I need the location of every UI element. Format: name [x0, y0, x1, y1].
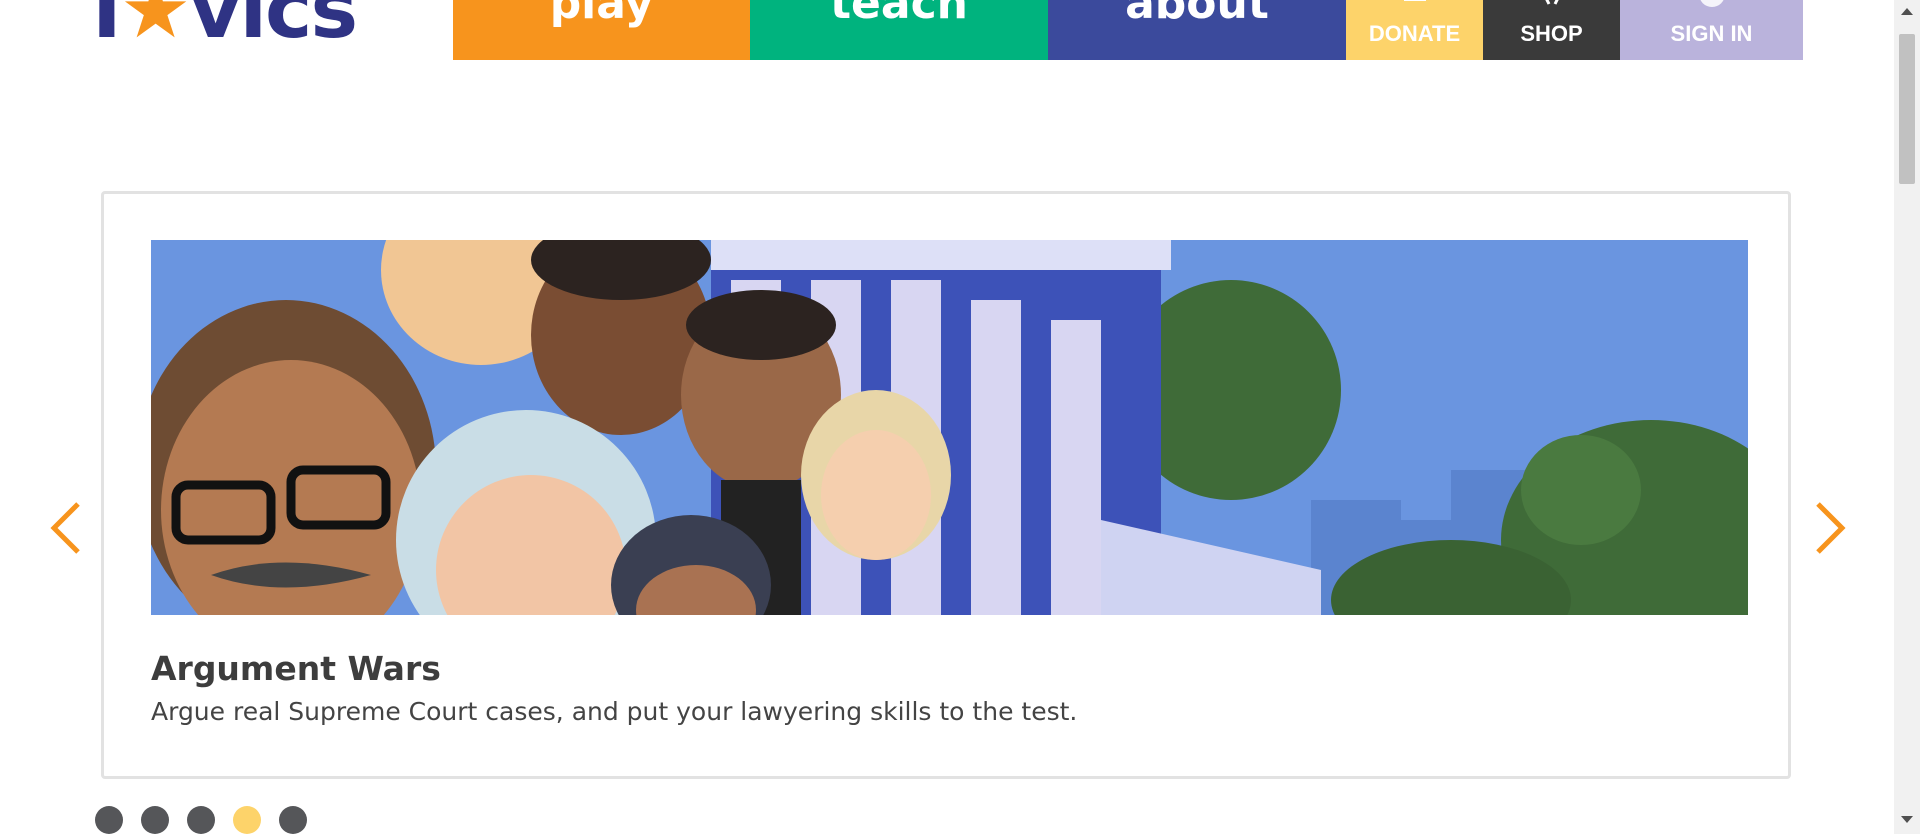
scroll-up-arrow-icon[interactable] — [1901, 8, 1913, 15]
logo-text-right: vics — [189, 0, 358, 56]
carousel-dot-5[interactable] — [279, 806, 307, 834]
tab-play-label: play — [549, 0, 654, 29]
shop-label: SHOP — [1520, 21, 1583, 46]
game-title[interactable]: Argument Wars — [151, 649, 441, 688]
page-scrollbar[interactable] — [1894, 0, 1920, 834]
donate-button[interactable]: DONATE — [1346, 0, 1483, 60]
shop-button[interactable]: SHOP — [1483, 0, 1620, 60]
tab-play[interactable]: play — [453, 0, 750, 60]
carousel-prev-button[interactable] — [46, 500, 86, 556]
tab-teach-label: teach — [830, 0, 968, 29]
shop-icon — [1544, 0, 1559, 5]
chevron-right-icon — [1816, 502, 1846, 554]
chevron-left-icon — [50, 502, 80, 554]
signin-label: SIGN IN — [1670, 21, 1753, 46]
carousel-dot-4-active[interactable] — [233, 806, 261, 834]
argument-wars-hero-image — [151, 240, 1748, 615]
hero-illustration — [151, 240, 1748, 615]
user-avatar-icon — [1699, 0, 1724, 7]
logo-star-icon: ★ — [119, 0, 192, 56]
main-nav: play teach about DONATE SHOP SIGN IN — [453, 0, 1803, 60]
tab-teach[interactable]: teach — [750, 0, 1048, 60]
scroll-thumb[interactable] — [1899, 34, 1915, 184]
carousel-next-button[interactable] — [1810, 500, 1850, 556]
donate-label: DONATE — [1368, 21, 1461, 46]
icivics-logo[interactable]: I★vics — [92, 0, 358, 50]
signin-button[interactable]: SIGN IN — [1620, 0, 1803, 60]
carousel-dot-3[interactable] — [187, 806, 215, 834]
carousel-dot-1[interactable] — [95, 806, 123, 834]
scroll-down-arrow-icon[interactable] — [1901, 816, 1913, 823]
tab-about[interactable]: about — [1048, 0, 1346, 60]
carousel-pagination — [95, 806, 307, 834]
featured-game-card[interactable]: Argument Wars Argue real Supreme Court c… — [101, 191, 1791, 779]
game-description: Argue real Supreme Court cases, and put … — [151, 697, 1078, 726]
logo-text-left: I — [92, 0, 122, 56]
tab-about-label: about — [1125, 0, 1269, 29]
carousel-dot-2[interactable] — [141, 806, 169, 834]
donate-icon — [1403, 0, 1426, 1]
